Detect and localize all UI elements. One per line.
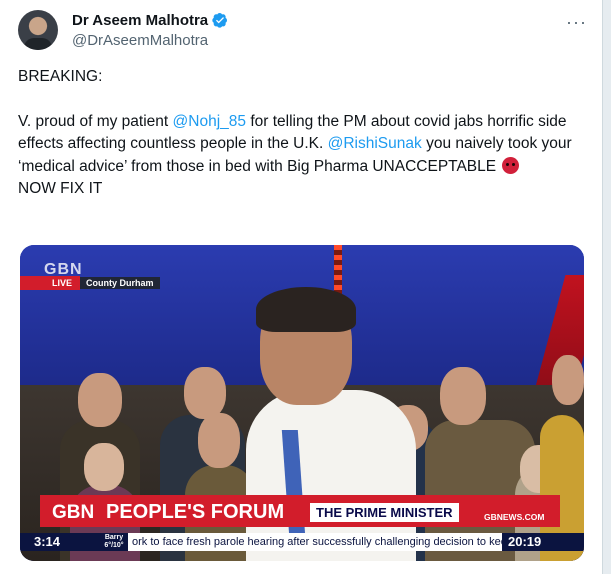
author-handle[interactable]: @DrAseemMalhotra — [72, 32, 208, 49]
banner-logo: GBN — [52, 502, 95, 523]
news-ticker: 3:14 Barry 6°/10° ork to face fresh paro… — [20, 533, 584, 551]
tweet-line-breaking: BREAKING: — [18, 68, 103, 85]
live-strip: LIVE County Durham — [20, 276, 160, 290]
tweet-card: Dr Aseem Malhotra @DrAseemMalhotra ··· B… — [0, 0, 603, 574]
ticker-clock: 20:19 — [508, 534, 542, 549]
ticker-headline: ork to face fresh parole hearing after s… — [128, 533, 502, 551]
banner-url: GBNEWS.COM — [484, 512, 545, 522]
location-label: County Durham — [80, 277, 160, 289]
banner-subtitle: THE PRIME MINISTER — [310, 503, 459, 522]
banner-title: PEOPLE'S FORUM — [106, 501, 285, 523]
author-name[interactable]: Dr Aseem Malhotra — [72, 12, 228, 29]
tweet-text: BREAKING: V. proud of my patient @Nohj_8… — [18, 66, 588, 201]
live-badge: LIVE — [20, 276, 81, 290]
mention-rishisunak[interactable]: @RishiSunak — [328, 135, 422, 152]
more-options-icon[interactable]: ··· — [566, 12, 587, 33]
video-duration: 3:14 — [34, 534, 61, 549]
angry-face-icon — [502, 156, 520, 174]
lower-third-banner: GBN PEOPLE'S FORUM THE PRIME MINISTER GB… — [40, 495, 560, 527]
tweet-paragraph: V. proud of my patient @Nohj_85 for tell… — [18, 112, 572, 175]
mention-nohj[interactable]: @Nohj_85 — [173, 113, 246, 130]
ticker-weather: Barry 6°/10° — [104, 534, 124, 549]
verified-badge-icon — [212, 13, 228, 28]
tweet-line-fixit: NOW FIX IT — [18, 180, 103, 197]
author-avatar[interactable] — [18, 10, 58, 50]
video-player[interactable]: GBN LIVE County Durham GBN PEOPLE'S FORU… — [20, 245, 584, 561]
